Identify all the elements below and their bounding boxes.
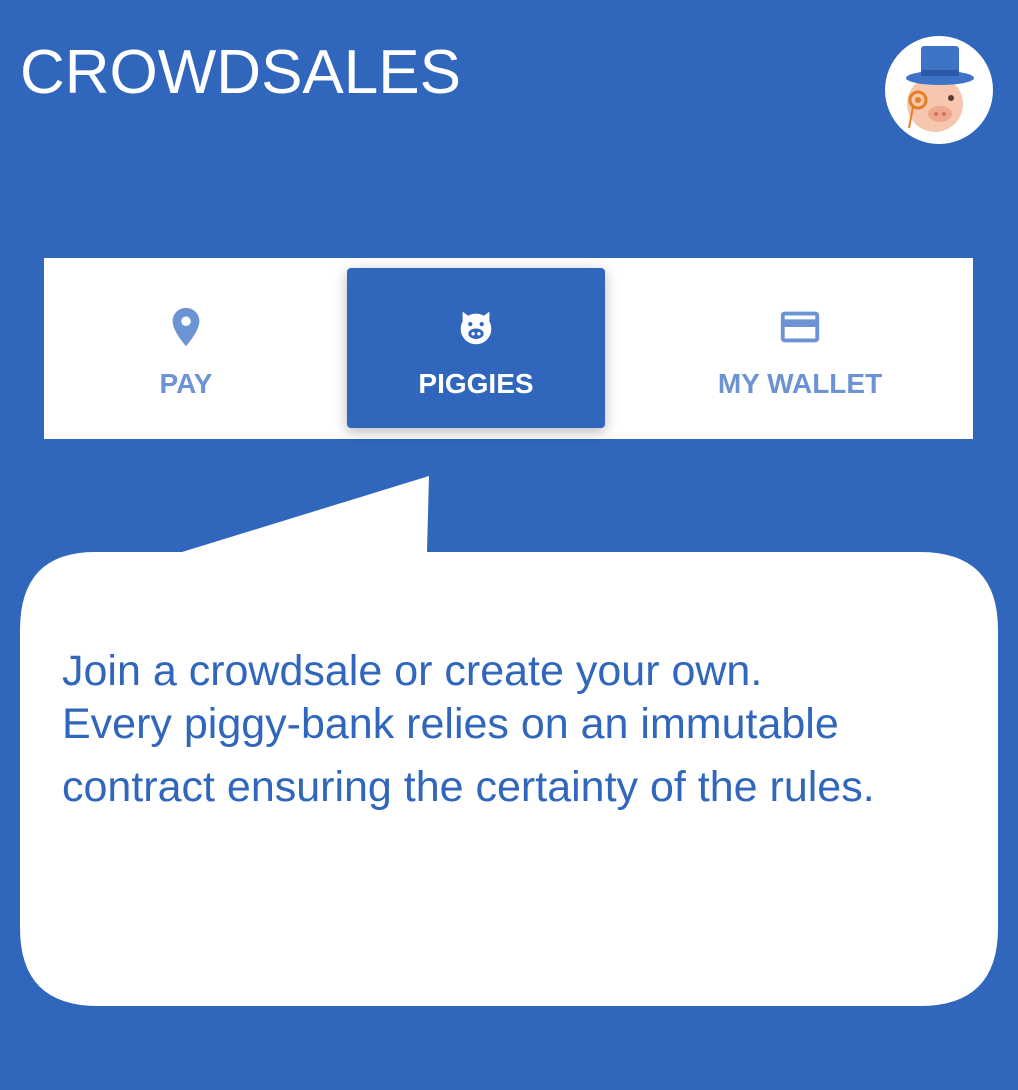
callout-text: Join a crowdsale or create your own. Eve… <box>62 650 962 809</box>
callout-line-2: Every piggy-bank relies on an immutable <box>62 700 839 748</box>
callout-line-1: Join a crowdsale or create your own. <box>62 647 763 695</box>
speech-bubble <box>20 476 998 1006</box>
callout-line-3: contract ensuring the certainty of the r… <box>62 763 875 811</box>
